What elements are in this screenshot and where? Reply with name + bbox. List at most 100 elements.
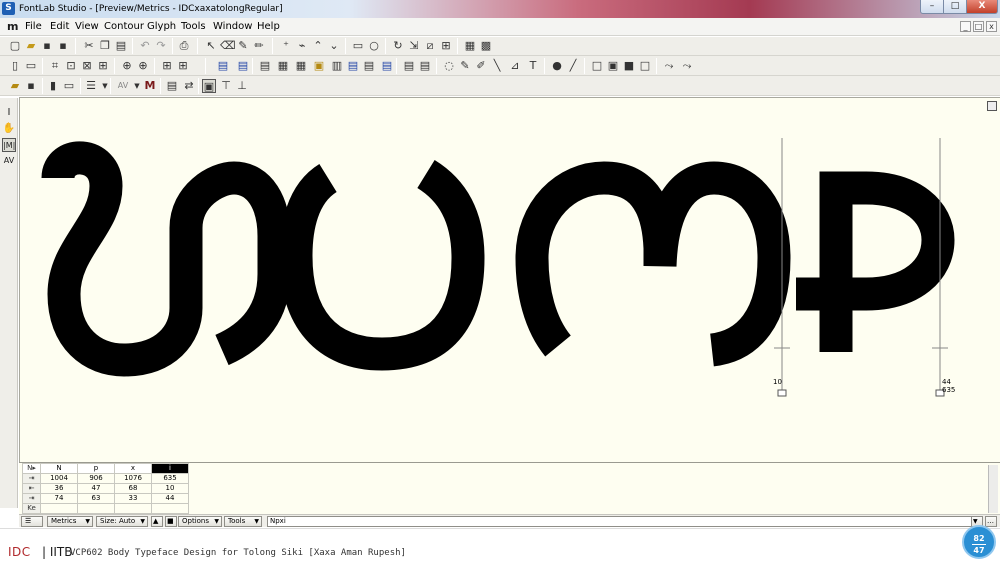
glyph-column-header[interactable]: x	[114, 463, 152, 474]
preview-icon[interactable]: ▤	[402, 59, 416, 73]
metric-cell[interactable]	[40, 503, 78, 514]
metrics-tool-icon[interactable]: |M|	[2, 138, 16, 152]
metric-cell[interactable]: 47	[77, 483, 115, 494]
pencil-tool-icon[interactable]: ✏	[252, 39, 266, 53]
path-icon[interactable]: ⤳	[662, 59, 676, 73]
pen-tool-icon[interactable]: ✎	[236, 39, 250, 53]
metrics-panel-icon[interactable]: ⊤	[219, 79, 233, 93]
transform-icon[interactable]: ⊞	[439, 39, 453, 53]
eraser-tool-icon[interactable]: ⌫	[220, 39, 236, 53]
metric-cell[interactable]: 74	[40, 493, 78, 504]
save-font-icon[interactable]: ▪	[24, 79, 38, 93]
kerning-icon[interactable]: AV	[116, 79, 130, 93]
panel-toggle-icon[interactable]: ☰	[21, 516, 43, 527]
open-font-icon[interactable]: ▰	[8, 79, 22, 93]
rotate-icon[interactable]: ↻	[391, 39, 405, 53]
more-icon[interactable]: …	[985, 516, 997, 527]
font-info-icon[interactable]: ▮	[46, 79, 60, 93]
dot-icon[interactable]: ●	[550, 59, 564, 73]
undo-icon[interactable]: ↶	[138, 39, 152, 53]
text-tool-icon[interactable]: T	[526, 59, 540, 73]
sync-icon[interactable]: ⇄	[182, 79, 196, 93]
align-icon[interactable]: ▦	[463, 39, 477, 53]
column-icon[interactable]: ▥	[330, 59, 344, 73]
target-icon[interactable]: ⊕	[120, 59, 134, 73]
path-alt-icon[interactable]: ⤳	[680, 59, 694, 73]
frame-icon[interactable]: ⌗	[48, 59, 62, 73]
slant-icon[interactable]: ⧄	[423, 39, 437, 53]
blue-zone-icon[interactable]: ▤	[346, 59, 360, 73]
text-cursor-icon[interactable]: I	[2, 106, 16, 120]
menu-view[interactable]: View	[75, 20, 99, 34]
paste-icon[interactable]: ▤	[114, 39, 128, 53]
cut-icon[interactable]: ✂	[82, 39, 96, 53]
distribute-icon[interactable]: ▩	[479, 39, 493, 53]
kerning-dropdown-icon[interactable]: ▼	[130, 79, 144, 93]
square-fill-icon[interactable]: ■	[622, 59, 636, 73]
metric-cell[interactable]: 635	[151, 473, 189, 484]
canvas-options-button[interactable]	[987, 101, 997, 111]
metric-cell[interactable]: 36	[40, 483, 78, 494]
mdi-restore-button[interactable]: □	[973, 21, 984, 32]
segment-icon[interactable]: ╱	[566, 59, 580, 73]
hand-icon[interactable]: ✋	[2, 122, 16, 136]
menu-help[interactable]: Help	[257, 20, 280, 34]
zones-icon[interactable]: ▤	[362, 59, 376, 73]
tangent-icon[interactable]: ⌃	[311, 39, 325, 53]
menu-edit[interactable]: Edit	[50, 20, 69, 34]
metric-cell[interactable]	[77, 503, 115, 514]
brush-icon[interactable]: ✎	[458, 59, 472, 73]
save-all-icon[interactable]: ▪	[56, 39, 70, 53]
zones-alt-icon[interactable]: ▤	[380, 59, 394, 73]
target-alt-icon[interactable]: ⊕	[136, 59, 150, 73]
metric-cell[interactable]	[151, 503, 189, 514]
copy-icon[interactable]: ❐	[98, 39, 112, 53]
mark-icon[interactable]: ▤	[165, 79, 179, 93]
menu-file[interactable]: File	[25, 20, 42, 34]
list-icon[interactable]: ☰	[84, 79, 98, 93]
hinting-icon[interactable]: ⊞	[160, 59, 174, 73]
menu-contour[interactable]: Contour	[104, 20, 144, 34]
print-icon[interactable]: ⎙	[177, 39, 191, 53]
square-empty-icon[interactable]: □	[638, 59, 652, 73]
preview-canvas[interactable]: 10 44 635	[19, 97, 1000, 462]
knife-tool-icon[interactable]: ⌁	[295, 39, 309, 53]
note-icon[interactable]: ▤	[418, 59, 432, 73]
kerning-panel-icon[interactable]: ⊥	[235, 79, 249, 93]
rectangle-tool-icon[interactable]: ▭	[351, 39, 365, 53]
new-file-icon[interactable]: ▢	[8, 39, 22, 53]
metrics-mode-icon[interactable]: M	[143, 79, 157, 93]
mdi-minimize-button[interactable]: _	[960, 21, 971, 32]
measure-icon[interactable]: ⊿	[508, 59, 522, 73]
metric-cell[interactable]: 906	[77, 473, 115, 484]
metric-cell[interactable]: 68	[114, 483, 152, 494]
lasso-icon[interactable]: ◌	[442, 59, 456, 73]
metric-cell[interactable]: 33	[114, 493, 152, 504]
preview-panel-icon[interactable]: ▣	[202, 79, 216, 93]
menu-window[interactable]: Window	[213, 20, 252, 34]
grid-icon[interactable]: ⊞	[96, 59, 110, 73]
table-icon[interactable]: ▦	[276, 59, 290, 73]
paragraph-icon[interactable]: ▤	[258, 59, 272, 73]
metric-cell[interactable]	[114, 503, 152, 514]
metric-cell[interactable]: 44	[151, 493, 189, 504]
open-folder-icon[interactable]: ▰	[24, 39, 38, 53]
paint-icon[interactable]: ✐	[474, 59, 488, 73]
fontlab-logo-icon[interactable]: m	[7, 20, 18, 34]
options-dropdown[interactable]: Options ▼	[178, 516, 222, 527]
add-node-icon[interactable]: ⁺	[279, 39, 293, 53]
menu-tools[interactable]: Tools	[181, 20, 206, 34]
font-export-icon[interactable]: ▭	[62, 79, 76, 93]
size-dropdown[interactable]: Size: Auto ▼	[96, 516, 148, 527]
glyph-new-icon[interactable]: ▯	[8, 59, 22, 73]
mask-icon[interactable]: ▣	[312, 59, 326, 73]
waterfall-icon[interactable]: ▲	[151, 516, 163, 527]
metric-cell[interactable]: 1076	[114, 473, 152, 484]
line-icon[interactable]: ╲	[490, 59, 504, 73]
glyph-copy-icon[interactable]: ▭	[24, 59, 38, 73]
pointer-tool-icon[interactable]: ↖	[204, 39, 218, 53]
glyph-column-header-selected[interactable]: i	[151, 463, 189, 474]
kerning-tool-icon[interactable]: AV	[2, 154, 16, 168]
app-icon[interactable]: S	[2, 2, 15, 15]
square-outline-icon[interactable]: □	[590, 59, 604, 73]
